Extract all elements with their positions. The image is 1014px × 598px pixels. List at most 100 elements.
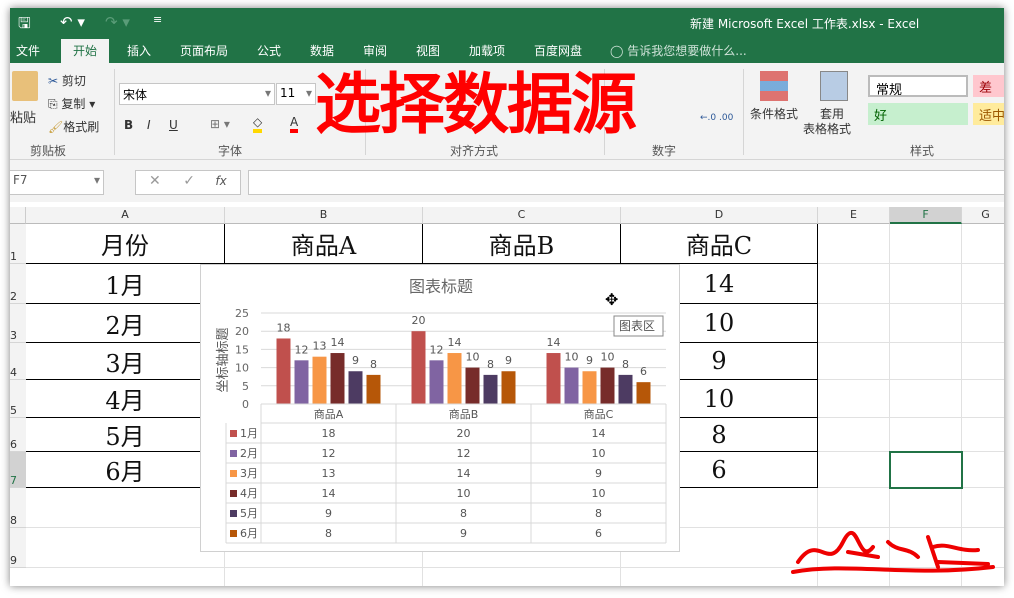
italic-button[interactable]: I [147,118,151,132]
style-bad[interactable]: 差 [973,75,1004,97]
cut-button[interactable]: ✂ 剪切 [48,72,86,89]
tell-me-text: 告诉我您想要做什么... [627,44,747,58]
underline-button[interactable]: U [169,118,178,132]
cell-A1[interactable]: 月份 [26,224,225,264]
row-header-6[interactable]: 6 [10,418,26,452]
cell-C1[interactable]: 商品B [423,224,621,264]
data-label: 9 [586,354,593,367]
table-cell: 10 [592,487,606,500]
cancel-icon[interactable]: ✕ [149,173,161,189]
chart-area[interactable]: 图表标题 坐标轴标题 0 5 10 15 20 25 18 12 13 14 9 8 20 12 14 10 8 9 1… [200,264,680,552]
cell-B1[interactable]: 商品A [225,224,423,264]
tab-baidu[interactable]: 百度网盘 [534,42,582,59]
name-box[interactable]: F7 ▾ [10,170,104,195]
table-cell: 12 [322,447,336,460]
row-header-2[interactable]: 2 [10,264,26,304]
row-header-8[interactable]: 8 [10,488,26,528]
signature-watermark [791,531,995,574]
font-color-button[interactable]: A [290,115,299,133]
row-header-9[interactable]: 9 [10,528,26,568]
cell-D1[interactable]: 商品C [621,224,818,264]
row-header-7[interactable]: 7 [10,452,26,488]
tab-file[interactable]: 文件 [16,42,40,59]
tab-data[interactable]: 数据 [310,42,334,59]
fill-color-icon[interactable]: ◇ [253,115,263,133]
column-header-E[interactable]: E [818,207,890,224]
bar-1月-商品A [276,338,291,404]
undo-icon[interactable]: ↶ ▾ [60,13,85,31]
group-font: 字体 [218,144,243,158]
copy-icon: ⎘ [48,97,62,111]
column-header-A[interactable]: A [26,207,225,224]
column-header-C[interactable]: C [423,207,621,224]
select-all-button[interactable] [10,207,26,224]
cell-A6[interactable]: 5月 [26,418,225,452]
enter-icon[interactable]: ✓ [183,173,195,189]
legend-key-6月 [230,530,237,537]
group-styles: 样式 [910,144,935,158]
legend-key-1月 [230,430,237,437]
font-size-select[interactable]: 11 ▾ [276,83,316,105]
y-tick-label: 0 [242,398,249,411]
tab-insert[interactable]: 插入 [127,42,151,59]
data-label: 6 [640,365,647,378]
bold-button[interactable]: B [124,118,133,132]
format-painter-button[interactable]: 🖌格式刷 [48,118,99,135]
title-bar: 🖫 ↶ ▾ ↷ ▾ ≡ 新建 Microsoft Excel 工作表.xlsx … [10,8,1004,38]
tab-home[interactable]: 开始 [61,39,110,63]
bar-6月-商品C [636,382,651,404]
format-as-table-line2[interactable]: 表格格式 [803,120,851,137]
conditional-format-button[interactable]: 条件格式 [750,105,798,122]
cell-A3[interactable]: 2月 [26,304,225,343]
column-header-B[interactable]: B [225,207,423,224]
table-cell: 9 [325,507,332,520]
cell-A7[interactable]: 6月 [26,452,225,488]
column-header-G[interactable]: G [962,207,1004,224]
copy-button[interactable]: ⎘ 复制 ▾ [48,95,95,112]
y-tick-label: 25 [235,307,249,320]
table-cell: 14 [592,427,606,440]
insert-function-icon[interactable]: fx [215,174,226,188]
border-icon[interactable]: ⊞ ▾ [210,117,230,131]
style-normal[interactable]: 常规 [868,75,968,98]
font-name-select[interactable]: 宋体 ▾ [119,83,275,105]
customize-icon[interactable]: ≡ [153,13,162,26]
row-header-5[interactable]: 5 [10,380,26,418]
decimal-icons[interactable]: ←.0 .00 [700,113,733,123]
style-neutral[interactable]: 适中 [973,103,1004,125]
row-header-1[interactable]: 1 [10,224,26,264]
cell-A5[interactable]: 4月 [26,380,225,418]
name-box-value: F7 [13,173,28,187]
tooltip: 图表区 [619,319,655,333]
tab-addins[interactable]: 加载项 [469,42,505,59]
data-label: 18 [277,321,291,334]
ribbon-tabs: 文件 开始 插入 页面布局 公式 数据 审阅 视图 加载项 百度网盘 ◯ 告诉我… [10,38,1004,63]
tell-me-box[interactable]: ◯ 告诉我您想要做什么... [610,42,747,59]
overlay-caption: 选择数据源 [315,66,637,143]
tab-page-layout[interactable]: 页面布局 [180,42,228,59]
row-header-4[interactable]: 4 [10,343,26,380]
bar-3月-商品C [582,371,597,404]
cell-A2[interactable]: 1月 [26,264,225,304]
tab-formulas[interactable]: 公式 [257,42,281,59]
tab-review[interactable]: 审阅 [363,42,387,59]
formula-input[interactable] [248,170,1004,195]
cell-A4[interactable]: 3月 [26,343,225,380]
redo-icon[interactable]: ↷ ▾ [105,13,130,31]
style-good[interactable]: 好 [868,103,968,125]
tab-view[interactable]: 视图 [416,42,440,59]
data-label: 10 [601,351,615,364]
legend-key-5月 [230,510,237,517]
paste-icon[interactable] [12,71,38,101]
column-header-F[interactable]: F [890,207,962,224]
save-icon[interactable]: 🖫 [18,13,31,38]
y-tick-label: 15 [235,343,249,356]
selected-cell-F7[interactable] [889,451,963,489]
data-label: 12 [295,343,309,356]
excel-window: 🖫 ↶ ▾ ↷ ▾ ≡ 新建 Microsoft Excel 工作表.xlsx … [10,8,1004,586]
column-header-D[interactable]: D [621,207,818,224]
legend-label: 4月 [240,487,258,500]
paste-button[interactable]: 粘贴 [10,107,36,126]
window-title: 新建 Microsoft Excel 工作表.xlsx - Excel [690,17,920,31]
row-header-3[interactable]: 3 [10,304,26,343]
